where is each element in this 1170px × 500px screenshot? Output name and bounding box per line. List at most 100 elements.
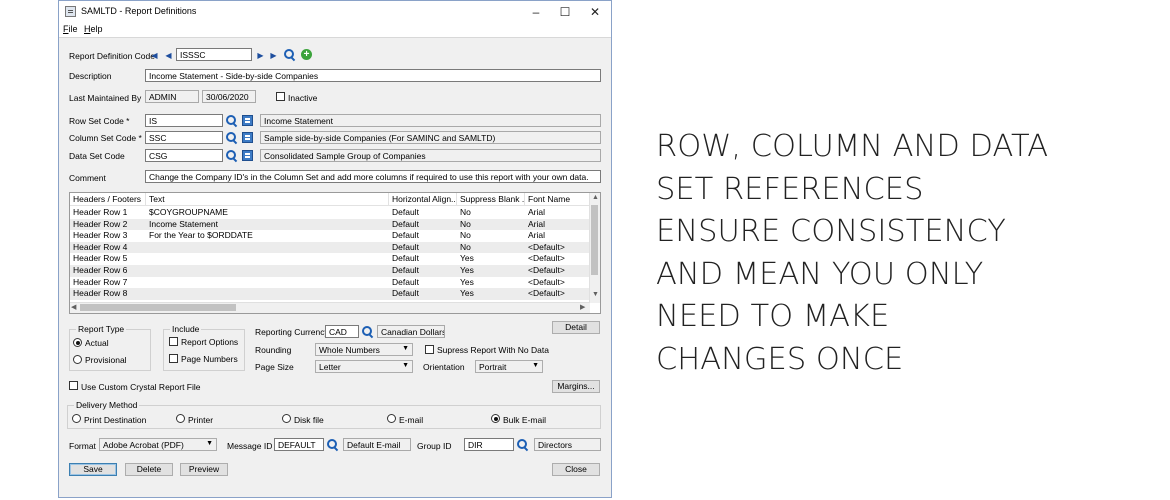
table-row[interactable]: Header Row 4 Default No <Default> [70, 241, 591, 254]
message-id-search-icon[interactable] [327, 439, 338, 450]
table-cell[interactable]: Header Row 4 [70, 242, 146, 254]
table-row[interactable]: Header Row 5 Default Yes <Default> [70, 253, 591, 265]
table-cell[interactable]: Header Row 1 [70, 207, 146, 219]
table-cell[interactable]: For the Year to $ORDDATE [146, 230, 389, 242]
table-cell[interactable]: Header Row 6 [70, 265, 146, 277]
table-cell[interactable]: Yes [457, 277, 525, 289]
close-button[interactable]: Close [552, 463, 600, 476]
data-set-code-input[interactable]: CSG [145, 149, 223, 162]
table-row[interactable]: Header Row 1 $COYGROUPNAME Default No Arial [70, 207, 591, 219]
table-cell[interactable]: No [457, 242, 525, 254]
message-id-input[interactable]: DEFAULT [274, 438, 324, 451]
format-select[interactable]: Adobe Acrobat (PDF) ▼ [99, 438, 217, 451]
group-id-search-icon[interactable] [517, 439, 528, 450]
vertical-scrollbar[interactable]: ▲ ▼ [589, 193, 600, 303]
rounding-select[interactable]: Whole Numbers ▼ [315, 343, 413, 356]
detail-button[interactable]: Detail [552, 321, 600, 334]
bulk-email-radio[interactable] [491, 414, 500, 423]
table-cell[interactable]: Default [389, 277, 457, 289]
supress-no-data-checkbox[interactable] [425, 345, 434, 354]
scrollbar-thumb[interactable] [80, 304, 236, 311]
table-cell[interactable]: <Default> [525, 288, 591, 300]
table-row[interactable]: Header Row 2 Income Statement Default No Ari… [70, 218, 591, 231]
column-set-edit-icon[interactable] [242, 132, 253, 143]
table-cell[interactable]: Default [389, 265, 457, 277]
page-size-select[interactable]: Letter ▼ [315, 360, 413, 373]
table-cell[interactable]: No [457, 230, 525, 242]
disk-file-radio[interactable] [282, 414, 291, 423]
column-header[interactable]: Headers / Footers [70, 193, 146, 206]
table-cell[interactable]: Default [389, 207, 457, 219]
currency-search-icon[interactable] [362, 326, 373, 337]
table-cell[interactable]: Header Row 3 [70, 230, 146, 242]
table-cell[interactable]: Default [389, 230, 457, 242]
table-cell[interactable]: Arial [525, 219, 591, 231]
table-cell[interactable]: Default [389, 288, 457, 300]
scroll-up-icon[interactable]: ▲ [592, 194, 599, 201]
table-cell[interactable]: Default [389, 219, 457, 231]
table-cell[interactable]: Header Row 2 [70, 219, 146, 231]
print-destination-radio[interactable] [72, 414, 81, 423]
table-cell[interactable]: Yes [457, 253, 525, 265]
custom-crystal-checkbox[interactable] [69, 381, 78, 390]
headers-footers-grid[interactable]: Headers / Footers Text Horizontal Align.… [69, 192, 601, 314]
group-id-input[interactable]: DIR [464, 438, 514, 451]
next-record-icon[interactable]: ▶ [256, 51, 265, 60]
column-header[interactable]: Suppress Blank ... [457, 193, 525, 206]
table-cell[interactable]: No [457, 207, 525, 219]
table-cell[interactable]: Default [389, 253, 457, 265]
preview-button[interactable]: Preview [180, 463, 228, 476]
scroll-right-icon[interactable]: ▶ [580, 303, 585, 311]
email-radio[interactable] [387, 414, 396, 423]
table-cell[interactable]: No [457, 219, 525, 231]
column-header[interactable]: Horizontal Align... [389, 193, 457, 206]
table-row[interactable]: Header Row 6 Default Yes <Default> [70, 265, 591, 277]
provisional-radio[interactable] [73, 355, 82, 364]
table-cell[interactable]: Yes [457, 265, 525, 277]
row-set-code-input[interactable]: IS [145, 114, 223, 127]
menu-file[interactable]: File [63, 24, 78, 34]
printer-radio[interactable] [176, 414, 185, 423]
add-new-icon[interactable]: + [301, 49, 312, 60]
table-cell[interactable]: <Default> [525, 265, 591, 277]
comment-input[interactable]: Change the Company ID's in the Column Se… [145, 170, 601, 183]
table-cell[interactable]: Yes [457, 288, 525, 300]
table-row[interactable]: Header Row 8 Default Yes <Default> [70, 288, 591, 300]
table-cell[interactable]: <Default> [525, 253, 591, 265]
menu-help[interactable]: Help [84, 24, 103, 34]
first-record-icon[interactable]: ◀ [150, 51, 159, 60]
table-cell[interactable]: Default [389, 242, 457, 254]
table-cell[interactable]: Income Statement [146, 219, 389, 231]
maximize-icon[interactable]: ☐ [550, 2, 580, 22]
save-button[interactable]: Save [69, 463, 117, 476]
delete-button[interactable]: Delete [125, 463, 173, 476]
page-numbers-checkbox[interactable] [169, 354, 178, 363]
report-options-checkbox[interactable] [169, 337, 178, 346]
table-cell[interactable]: <Default> [525, 242, 591, 254]
previous-record-icon[interactable]: ◀ [164, 51, 173, 60]
last-record-icon[interactable]: ▶ [269, 51, 278, 60]
table-row[interactable]: Header Row 3 For the Year to $ORDDATE Defa… [70, 230, 591, 242]
table-cell[interactable]: Header Row 7 [70, 277, 146, 289]
column-set-search-icon[interactable] [226, 132, 237, 143]
horizontal-scrollbar[interactable]: ◀ ▶ [70, 302, 590, 313]
actual-radio[interactable] [73, 338, 82, 347]
close-window-icon[interactable]: ✕ [580, 2, 610, 22]
table-cell[interactable]: Header Row 5 [70, 253, 146, 265]
report-definition-code-input[interactable]: ISSSC [176, 48, 252, 61]
data-set-edit-icon[interactable] [242, 150, 253, 161]
scroll-down-icon[interactable]: ▼ [592, 291, 599, 298]
row-set-edit-icon[interactable] [242, 115, 253, 126]
minimize-icon[interactable]: – [521, 2, 551, 22]
scroll-left-icon[interactable]: ◀ [71, 303, 76, 311]
column-set-code-input[interactable]: SSC [145, 131, 223, 144]
table-cell[interactable]: Arial [525, 230, 591, 242]
table-cell[interactable]: $COYGROUPNAME [146, 207, 389, 219]
table-cell[interactable]: Header Row 8 [70, 288, 146, 300]
table-cell[interactable]: Arial [525, 207, 591, 219]
column-header[interactable]: Text [146, 193, 389, 206]
inactive-checkbox[interactable] [276, 92, 285, 101]
table-cell[interactable]: <Default> [525, 277, 591, 289]
column-header[interactable]: Font Name [525, 193, 591, 206]
data-set-search-icon[interactable] [226, 150, 237, 161]
